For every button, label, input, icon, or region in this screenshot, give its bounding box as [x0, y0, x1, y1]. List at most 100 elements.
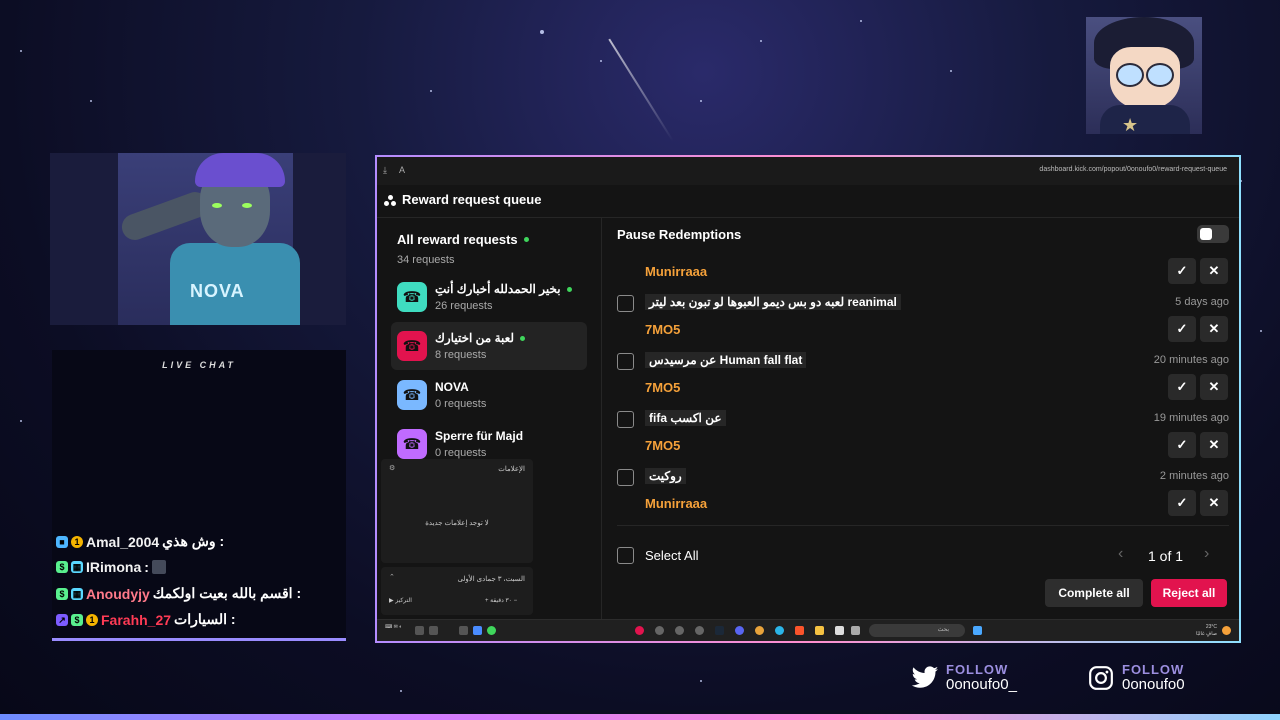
request-text: لعبه دو بس ديمو العبوها لو تبون بعد ليتر… — [645, 294, 901, 310]
folder-icon[interactable] — [815, 626, 824, 635]
chat-text: اقسم بالله بعيت اولكمك : — [152, 585, 302, 601]
request-time: 19 minutes ago — [1153, 412, 1229, 424]
tray-icon[interactable] — [429, 626, 438, 635]
star-icon: ★ — [1122, 115, 1139, 134]
cube-badge-icon: ■ — [56, 535, 68, 548]
calendar-flyout: السبت، ٣ جمادى الأولى ⌃ ▶ التركيز + ٣٠ د… — [381, 567, 533, 615]
request-checkbox[interactable] — [617, 411, 634, 428]
instagram-handle[interactable]: 0onoufo0 — [1122, 676, 1185, 693]
follow-label: FOLLOW — [946, 662, 1009, 677]
request-checkbox[interactable] — [617, 353, 634, 370]
chevron-right-icon[interactable]: › — [1204, 545, 1209, 563]
app-icon[interactable] — [655, 626, 664, 635]
request-username[interactable]: 7MO5 — [645, 438, 680, 453]
request-text: عن مرسيدس Human fall flat — [645, 352, 807, 368]
pause-redemptions-toggle[interactable] — [1197, 225, 1229, 243]
os-taskbar: ⌨ ✉ ◐ بحث 23°C صافٍ غالبًا — [377, 619, 1239, 641]
reward-count: 0 requests — [435, 447, 487, 459]
dollar-badge-icon: $ — [56, 587, 68, 600]
chat-message: $ ▦ IRimona : — [56, 559, 166, 575]
reward-count: 8 requests — [435, 349, 487, 361]
approve-button[interactable]: ✓ — [1168, 316, 1196, 342]
settings-icon[interactable]: ⚙ — [389, 464, 395, 472]
reward-item[interactable]: ☎ NOVA 0 requests — [391, 371, 587, 419]
request-username[interactable]: 7MO5 — [645, 322, 680, 337]
chat-username[interactable]: Farahh_27 — [101, 612, 171, 628]
keyboard-icon[interactable] — [459, 626, 468, 635]
reject-button[interactable]: ✕ — [1200, 316, 1228, 342]
reward-phone-icon: ☎ — [397, 331, 427, 361]
webcam-anime-avatar: ★ — [1086, 17, 1202, 134]
reward-item[interactable]: ☎ بخير الحمدلله أخبارك أنتِ 26 requests — [391, 273, 587, 321]
all-rewards-label: All reward requests — [397, 232, 518, 247]
reject-button[interactable]: ✕ — [1200, 432, 1228, 458]
request-username[interactable]: Munirraaa — [645, 496, 707, 511]
status-icon[interactable] — [487, 626, 496, 635]
reward-queue-window: ⤓ A dashboard.kick.com/popout/0onoufo0/r… — [375, 155, 1241, 643]
notifications-title: الإعلامات — [498, 466, 525, 473]
app-icon[interactable] — [675, 626, 684, 635]
reject-button[interactable]: ✕ — [1200, 374, 1228, 400]
select-all-checkbox[interactable] — [617, 547, 634, 564]
twitter-handle[interactable]: 0onoufo0_ — [946, 676, 1017, 693]
approve-button[interactable]: ✓ — [1168, 432, 1196, 458]
avatar-eye — [212, 203, 222, 208]
app-icon[interactable] — [635, 626, 644, 635]
tray-icon[interactable] — [415, 626, 424, 635]
request-row: لعبه دو بس ديمو العبوها لو تبون بعد ليتر… — [617, 294, 1229, 314]
approve-button[interactable]: ✓ — [1168, 490, 1196, 516]
approve-button[interactable]: ✓ — [1168, 258, 1196, 284]
chevron-up-icon[interactable]: ⌃ — [389, 573, 395, 581]
taskbar-search[interactable]: بحث — [869, 624, 965, 637]
edge-icon[interactable] — [775, 626, 784, 635]
translate-icon[interactable]: A — [399, 165, 405, 175]
chrome-icon[interactable] — [755, 626, 764, 635]
widgets-icon[interactable] — [851, 626, 860, 635]
chat-username[interactable]: Anoudyjy — [86, 586, 150, 602]
follow-label: FOLLOW — [1122, 662, 1185, 677]
reward-item[interactable]: ☎ لعبة من اختيارك 8 requests — [391, 322, 587, 370]
reward-name: بخير الحمدلله أخبارك أنتِ — [435, 282, 572, 296]
chat-username[interactable]: Amal_2004 — [86, 534, 159, 550]
pause-redemptions-label: Pause Redemptions — [617, 227, 742, 242]
select-all-label[interactable]: Select All — [645, 548, 698, 563]
reject-all-button[interactable]: Reject all — [1151, 579, 1227, 607]
all-rewards-count: 34 requests — [397, 254, 455, 266]
reward-name: Sperre für Majd — [435, 429, 524, 443]
address-bar[interactable]: dashboard.kick.com/popout/0onoufo0/rewar… — [1039, 166, 1227, 173]
mic-icon[interactable] — [473, 626, 482, 635]
page-indicator: 1 of 1 — [1148, 548, 1184, 564]
app-icon[interactable] — [695, 626, 704, 635]
avatar-cap — [195, 153, 285, 187]
chat-username[interactable]: IRimona — [86, 559, 141, 575]
weather-widget[interactable]: 23°C صافٍ غالبًا — [1196, 624, 1217, 638]
reject-button[interactable]: ✕ — [1200, 258, 1228, 284]
store-icon[interactable] — [835, 626, 844, 635]
windows-start-icon[interactable] — [973, 626, 982, 635]
request-checkbox[interactable] — [617, 469, 634, 486]
focus-button[interactable]: ▶ التركيز — [389, 597, 412, 604]
approve-button[interactable]: ✓ — [1168, 374, 1196, 400]
download-icon[interactable]: ⤓ — [383, 165, 387, 176]
divider — [617, 525, 1229, 526]
request-checkbox[interactable] — [617, 295, 634, 312]
request-username[interactable]: Munirraaa — [645, 264, 707, 279]
steam-icon[interactable] — [715, 626, 724, 635]
reward-phone-icon: ☎ — [397, 380, 427, 410]
brave-icon[interactable] — [795, 626, 804, 635]
request-row: روكيت 2 minutes ago — [617, 468, 1229, 488]
all-rewards-item[interactable]: All reward requests 34 requests — [397, 231, 529, 266]
reward-phone-icon: ☎ — [397, 282, 427, 312]
reject-button[interactable]: ✕ — [1200, 490, 1228, 516]
grid-badge-icon: ▦ — [71, 561, 83, 573]
complete-all-button[interactable]: Complete all — [1045, 579, 1143, 607]
request-username[interactable]: 7MO5 — [645, 380, 680, 395]
streamer-avatar-panel: NOVA — [50, 153, 346, 325]
instagram-follow: FOLLOW 0onoufo0 — [1086, 663, 1185, 693]
chevron-left-icon[interactable]: ‹ — [1118, 545, 1123, 563]
twitter-follow: FOLLOW 0onoufo0_ — [910, 663, 1017, 693]
discord-icon[interactable] — [735, 626, 744, 635]
notifications-empty: لا توجد إعلامات جديدة — [425, 520, 489, 527]
dollar-badge-icon: $ — [71, 613, 83, 626]
weather-icon — [1222, 626, 1231, 635]
